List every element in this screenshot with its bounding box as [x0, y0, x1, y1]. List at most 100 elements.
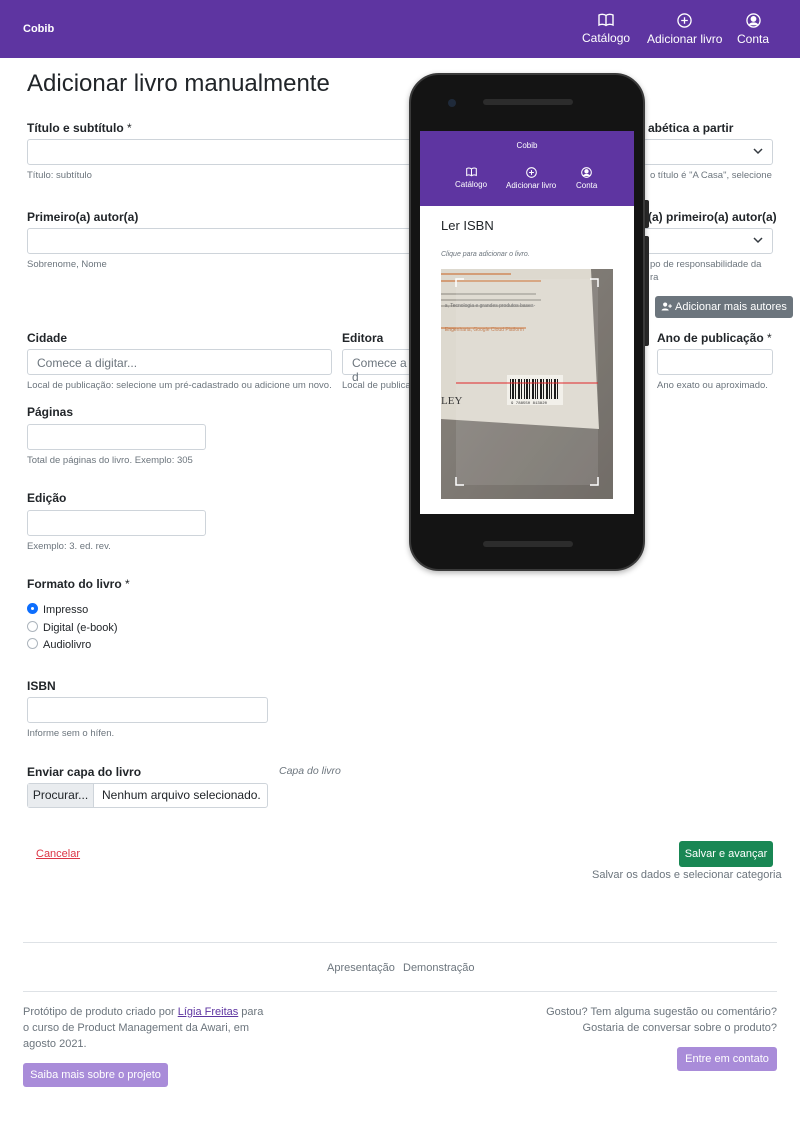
nav-account[interactable]: Conta: [737, 13, 769, 46]
alpha-order-help: o título é "A Casa", selecione: [650, 170, 772, 181]
format-option-ebook[interactable]: Digital (e-book): [27, 621, 118, 634]
year-label: Ano de publicação *: [657, 331, 772, 345]
author-role-help-line1: po de responsabilidade da: [650, 259, 762, 270]
edition-help: Exemplo: 3. ed. rev.: [27, 541, 111, 552]
chevron-down-icon: [753, 148, 763, 155]
city-help: Local de publicação: selecione um pré-ca…: [27, 380, 332, 391]
title-input[interactable]: [27, 139, 417, 165]
publisher-label: Editora: [342, 331, 384, 345]
isbn-scanner-view[interactable]: s, Tecnologia e grandes produtos basea- …: [441, 269, 613, 499]
required-mark: *: [127, 121, 132, 135]
cover-file-input[interactable]: Procurar... Nenhum arquivo selecionado.: [27, 783, 268, 808]
front-camera: [448, 99, 456, 107]
footer-divider: [23, 942, 777, 943]
browse-button[interactable]: Procurar...: [28, 784, 94, 807]
phone-mockup: Cobib Catálogo Adicionar livro Conta Ler…: [409, 73, 645, 571]
credits-text: agosto 2021.: [23, 1038, 87, 1050]
scanner-camera-feed: s, Tecnologia e grandes produtos basea- …: [441, 269, 613, 499]
city-input[interactable]: Comece a digitar...: [27, 349, 332, 375]
nav-catalog-label: Catálogo: [582, 31, 631, 45]
feedback-text: Gostaria de conversar sobre o produto?: [582, 1022, 777, 1034]
author-role-select[interactable]: [643, 228, 773, 254]
barcode-digits: 9 788550 813820: [511, 402, 548, 406]
required-mark: *: [767, 331, 772, 345]
edition-input[interactable]: [27, 510, 206, 536]
phone-side-button: [645, 200, 649, 228]
isbn-label: ISBN: [27, 679, 56, 693]
add-authors-label: Adicionar mais autores: [675, 301, 787, 313]
footer-link-demo[interactable]: Demonstração: [403, 962, 475, 974]
phone-side-button: [645, 236, 649, 346]
year-input[interactable]: [657, 349, 773, 375]
add-authors-button[interactable]: Adicionar mais autores: [655, 296, 793, 318]
isbn-help: Informe sem o hífen.: [27, 728, 115, 739]
phone-page-title: Ler ISBN: [441, 218, 494, 233]
author-link[interactable]: Lígia Freitas: [178, 1006, 239, 1018]
author-label: Primeiro(a) autor(a): [27, 210, 139, 224]
nav-add-book-label: Adicionar livro: [647, 32, 723, 46]
phone-hint: Clique para adicionar o livro.: [441, 251, 530, 258]
footer-divider: [23, 991, 777, 992]
format-option-label: Digital (e-book): [43, 622, 118, 634]
alpha-order-select[interactable]: [643, 139, 773, 165]
nav-account-label: Conta: [737, 32, 770, 46]
save-help: Salvar os dados e selecionar categoria: [592, 869, 782, 881]
person-circle-icon: [745, 13, 761, 28]
year-help: Ano exato ou aproximado.: [657, 380, 768, 391]
plus-circle-icon: [525, 167, 537, 178]
save-button[interactable]: Salvar e avançar: [679, 841, 773, 867]
top-speaker: [483, 99, 573, 105]
cancel-link[interactable]: Cancelar: [36, 848, 80, 860]
phone-screen: Cobib Catálogo Adicionar livro Conta Ler…: [420, 131, 634, 514]
author-role-label: (a) primeiro(a) autor(a): [648, 210, 777, 224]
top-navbar: Cobib Catálogo Adicionar livro Conta: [0, 0, 800, 58]
radio-checked[interactable]: [27, 603, 38, 614]
bottom-speaker: [483, 541, 573, 547]
pages-input[interactable]: [27, 424, 206, 450]
year-label-text: Ano de publicação: [657, 331, 764, 345]
footer-credits: Protótipo de produto criado por Lígia Fr…: [23, 1004, 263, 1052]
edition-label: Edição: [27, 491, 67, 505]
cover-preview-caption: Capa do livro: [279, 765, 341, 777]
alpha-order-label: abética a partir: [648, 121, 734, 135]
city-placeholder: Comece a digitar...: [37, 356, 138, 370]
phone-nav-account[interactable]: Conta: [576, 167, 597, 190]
brand-logo[interactable]: Cobib: [23, 23, 54, 35]
author-input[interactable]: [27, 228, 417, 254]
isbn-input[interactable]: [27, 697, 268, 723]
author-help: Sobrenome, Nome: [27, 259, 107, 270]
person-circle-icon: [581, 167, 592, 178]
learn-more-button[interactable]: Saiba mais sobre o projeto: [23, 1063, 168, 1087]
format-option-printed[interactable]: Impresso: [27, 603, 88, 616]
phone-nav-add-book[interactable]: Adicionar livro: [506, 167, 556, 190]
contact-button[interactable]: Entre em contato: [677, 1047, 777, 1071]
format-label: Formato do livro *: [27, 577, 130, 591]
format-label-text: Formato do livro: [27, 577, 122, 591]
book-icon: [598, 13, 614, 27]
city-label: Cidade: [27, 331, 68, 345]
person-plus-icon: [661, 302, 672, 311]
format-option-label: Audiolivro: [43, 639, 92, 651]
scan-publisher-text: LEY: [441, 395, 462, 407]
phone-navbar: Cobib Catálogo Adicionar livro Conta: [420, 131, 634, 206]
plus-circle-icon: [677, 13, 692, 28]
nav-catalog[interactable]: Catálogo: [582, 13, 630, 45]
radio-unchecked[interactable]: [27, 638, 38, 649]
radio-unchecked[interactable]: [27, 621, 38, 632]
footer-link-presentation[interactable]: Apresentação: [327, 962, 395, 974]
title-label-text: Título e subtítulo: [27, 121, 124, 135]
phone-nav-catalog-label: Catálogo: [455, 180, 488, 189]
publisher-help: Local de publica: [342, 380, 411, 391]
file-name: Nenhum arquivo selecionado.: [102, 788, 261, 802]
chevron-down-icon: [753, 237, 763, 244]
nav-add-book[interactable]: Adicionar livro: [647, 13, 722, 46]
format-option-label: Impresso: [43, 604, 89, 616]
credits-text: para: [238, 1006, 264, 1018]
phone-nav-account-label: Conta: [576, 181, 598, 190]
phone-nav-add-book-label: Adicionar livro: [506, 181, 557, 190]
phone-nav-catalog[interactable]: Catálogo: [455, 167, 487, 189]
page-title: Adicionar livro manualmente: [27, 70, 330, 97]
phone-brand[interactable]: Cobib: [420, 141, 634, 150]
format-option-audiobook[interactable]: Audiolivro: [27, 638, 91, 651]
author-role-help-line2: ra: [650, 272, 659, 283]
